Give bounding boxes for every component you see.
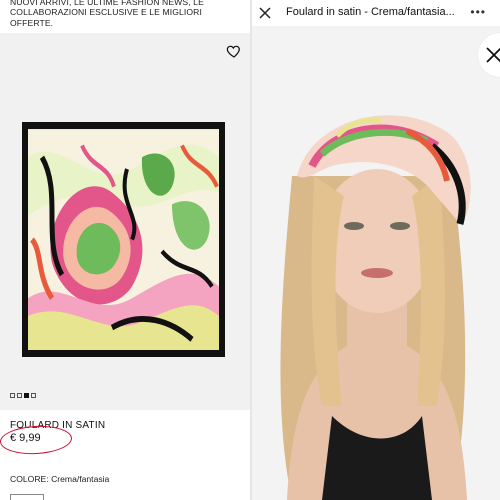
color-label: COLORE: Crema/fantasia — [10, 474, 110, 484]
scarf-image — [22, 122, 225, 357]
gallery-dot[interactable] — [31, 393, 36, 398]
heart-icon[interactable] — [226, 43, 242, 59]
gallery-dot[interactable] — [17, 393, 22, 398]
viewer-header: Foulard in satin - Crema/fantasia... ••• — [252, 0, 500, 26]
product-gallery[interactable] — [0, 33, 250, 410]
more-icon[interactable]: ••• — [470, 5, 486, 19]
viewer-title: Foulard in satin - Crema/fantasia... — [286, 6, 455, 18]
close-icon[interactable] — [258, 6, 272, 20]
promo-text: NUOVI ARRIVI, LE ULTIME FASHION NEWS, LE… — [10, 0, 204, 28]
image-viewer: Foulard in satin - Crema/fantasia... ••• — [252, 0, 500, 500]
gallery-dot-active[interactable] — [24, 393, 29, 398]
product-page: NUOVI ARRIVI, LE ULTIME FASHION NEWS, LE… — [0, 0, 250, 500]
model-photo — [252, 26, 500, 500]
screen: NUOVI ARRIVI, LE ULTIME FASHION NEWS, LE… — [0, 0, 500, 500]
close-icon — [486, 47, 500, 63]
gallery-dot[interactable] — [10, 393, 15, 398]
color-swatch[interactable] — [10, 494, 44, 500]
gallery-pagination — [10, 393, 36, 398]
